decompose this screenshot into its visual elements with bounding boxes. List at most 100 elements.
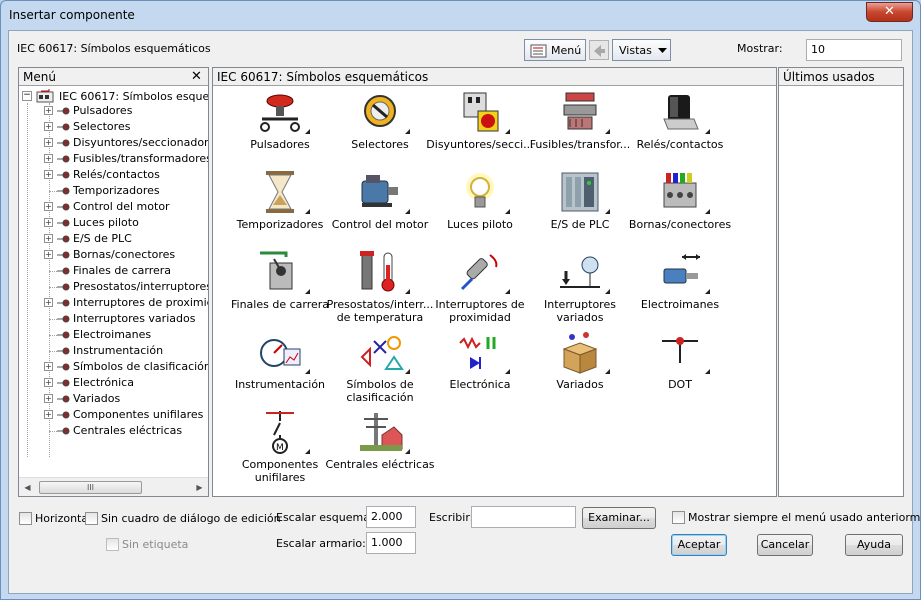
- tree-item[interactable]: Temporizadores: [19, 183, 208, 199]
- lightbulb-icon: [466, 173, 494, 208]
- recent-panel-title: Últimos usados: [783, 70, 875, 84]
- gallery-item[interactable]: Control del motor: [325, 169, 435, 245]
- expand-icon[interactable]: +: [44, 394, 53, 403]
- gallery-item[interactable]: DOT: [625, 329, 735, 405]
- ok-button[interactable]: Aceptar: [671, 534, 727, 556]
- browse-button[interactable]: Examinar...: [582, 507, 656, 529]
- tree-item[interactable]: + Relés/contactos: [19, 167, 208, 183]
- gallery-item[interactable]: Variados: [525, 329, 635, 405]
- gallery-item[interactable]: Electroimanes: [625, 249, 735, 325]
- gallery-item[interactable]: Presostatos/interr... de temperatura: [325, 249, 435, 325]
- tree-item[interactable]: + Selectores: [19, 119, 208, 135]
- panel-scale-input[interactable]: 1.000: [366, 532, 416, 554]
- tree-item-label: Centrales eléctricas: [73, 424, 183, 437]
- tree-item[interactable]: Electroimanes: [19, 327, 208, 343]
- expand-icon[interactable]: +: [44, 378, 53, 387]
- power-plant-icon: [360, 413, 403, 451]
- views-dropdown[interactable]: Vistas: [612, 39, 671, 61]
- gallery-item[interactable]: Instrumentación: [225, 329, 335, 405]
- expand-icon[interactable]: +: [44, 218, 53, 227]
- tree-item[interactable]: + Electrónica: [19, 375, 208, 391]
- tree-item-label: Luces piloto: [73, 216, 139, 229]
- tree-item[interactable]: + Luces piloto: [19, 215, 208, 231]
- connector-icon: [57, 427, 70, 435]
- connector-icon: [57, 219, 70, 227]
- expand-icon[interactable]: +: [44, 362, 53, 371]
- horizontal-checkbox[interactable]: [19, 512, 32, 525]
- gallery-item[interactable]: Finales de carrera: [225, 249, 335, 325]
- expand-icon[interactable]: +: [44, 250, 53, 259]
- gallery-item[interactable]: M Componentes unifilares: [225, 409, 335, 485]
- gallery-item[interactable]: Interruptores de proximidad: [425, 249, 535, 325]
- tree-item[interactable]: + Componentes unifilares: [19, 407, 208, 423]
- scroll-left-icon[interactable]: ◀: [21, 481, 34, 494]
- scroll-right-icon[interactable]: ▶: [193, 481, 206, 494]
- tree-item[interactable]: + Disyuntores/seccionadores: [19, 135, 208, 151]
- expand-icon[interactable]: +: [44, 138, 53, 147]
- gallery-item[interactable]: Pulsadores: [225, 89, 335, 165]
- gallery-item[interactable]: Electrónica: [425, 329, 535, 405]
- gallery-item-label: Presostatos/interr... de temperatura: [325, 298, 435, 324]
- expand-icon[interactable]: +: [44, 154, 53, 163]
- expand-icon[interactable]: +: [44, 106, 53, 115]
- expand-icon[interactable]: +: [44, 202, 53, 211]
- close-button[interactable]: ✕: [866, 2, 913, 22]
- tree-item-label: Símbolos de clasificación: [73, 360, 208, 373]
- no-edit-dialog-checkbox[interactable]: [85, 512, 98, 525]
- tree-item[interactable]: Interruptores variados: [19, 311, 208, 327]
- tree-root-label[interactable]: IEC 60617: Símbolos esquemáticos: [59, 90, 208, 103]
- expand-icon[interactable]: +: [44, 410, 53, 419]
- submenu-corner-icon: [405, 209, 410, 214]
- tree-item[interactable]: + Fusibles/transformadores/r: [19, 151, 208, 167]
- tree-item[interactable]: + E/S de PLC: [19, 231, 208, 247]
- connector-icon: [57, 267, 70, 275]
- gallery-item[interactable]: Relés/contactos: [625, 89, 735, 165]
- tree-item[interactable]: + Pulsadores: [19, 103, 208, 119]
- tree-item[interactable]: + Control del motor: [19, 199, 208, 215]
- gallery-panel-header: IEC 60617: Símbolos esquemáticos: [213, 68, 776, 86]
- cancel-button[interactable]: Cancelar: [757, 534, 813, 556]
- gallery-item[interactable]: Luces piloto: [425, 169, 535, 245]
- close-panel-icon[interactable]: ✕: [191, 69, 202, 84]
- gallery-item[interactable]: E/S de PLC: [525, 169, 635, 245]
- gallery-item-label-line1: E/S de PLC: [550, 218, 610, 231]
- expand-icon[interactable]: +: [44, 298, 53, 307]
- title-bar[interactable]: Insertar componente ✕: [1, 1, 920, 29]
- gallery-item-label: Fusibles/transfor...: [525, 138, 635, 151]
- back-button[interactable]: [589, 40, 609, 60]
- schematic-scale-input[interactable]: 2.000: [366, 506, 416, 528]
- collapse-root-icon[interactable]: −: [22, 91, 32, 101]
- menu-hscrollbar[interactable]: ◀ III ▶: [19, 477, 208, 496]
- expand-icon[interactable]: +: [44, 234, 53, 243]
- tree-item[interactable]: + Bornas/conectores: [19, 247, 208, 263]
- type-input[interactable]: [471, 506, 576, 528]
- gallery-item-label: Selectores: [325, 138, 435, 151]
- tree-item[interactable]: Presostatos/interruptores d: [19, 279, 208, 295]
- connector-icon: [57, 123, 70, 131]
- tree-item[interactable]: Centrales eléctricas: [19, 423, 208, 439]
- menu-view-button[interactable]: Menú: [524, 39, 586, 61]
- gallery-item[interactable]: Centrales eléctricas: [325, 409, 435, 485]
- gallery-item[interactable]: Interruptores variados: [525, 249, 635, 325]
- tree-item-label: Instrumentación: [73, 344, 164, 357]
- show-count-input[interactable]: 10: [806, 39, 902, 61]
- tree-item-label: Temporizadores: [73, 184, 160, 197]
- tree-item[interactable]: + Variados: [19, 391, 208, 407]
- no-tag-checkbox[interactable]: [106, 538, 119, 551]
- gallery-item[interactable]: Símbolos de clasificación: [325, 329, 435, 405]
- tree-item[interactable]: Finales de carrera: [19, 263, 208, 279]
- gallery-item[interactable]: Fusibles/transfor...: [525, 89, 635, 165]
- expand-icon[interactable]: +: [44, 170, 53, 179]
- expand-icon[interactable]: +: [44, 122, 53, 131]
- gallery-item[interactable]: Temporizadores: [225, 169, 335, 245]
- always-show-menu-checkbox[interactable]: [672, 511, 685, 524]
- scroll-thumb[interactable]: III: [39, 481, 142, 494]
- submenu-corner-icon: [305, 129, 310, 134]
- gallery-item[interactable]: Bornas/conectores: [625, 169, 735, 245]
- tree-item[interactable]: Instrumentación: [19, 343, 208, 359]
- help-button[interactable]: Ayuda: [845, 534, 903, 556]
- gallery-item[interactable]: Selectores: [325, 89, 435, 165]
- tree-item[interactable]: + Símbolos de clasificación: [19, 359, 208, 375]
- tree-item[interactable]: + Interruptores de proximidad: [19, 295, 208, 311]
- gallery-item[interactable]: Disyuntores/secci...: [425, 89, 535, 165]
